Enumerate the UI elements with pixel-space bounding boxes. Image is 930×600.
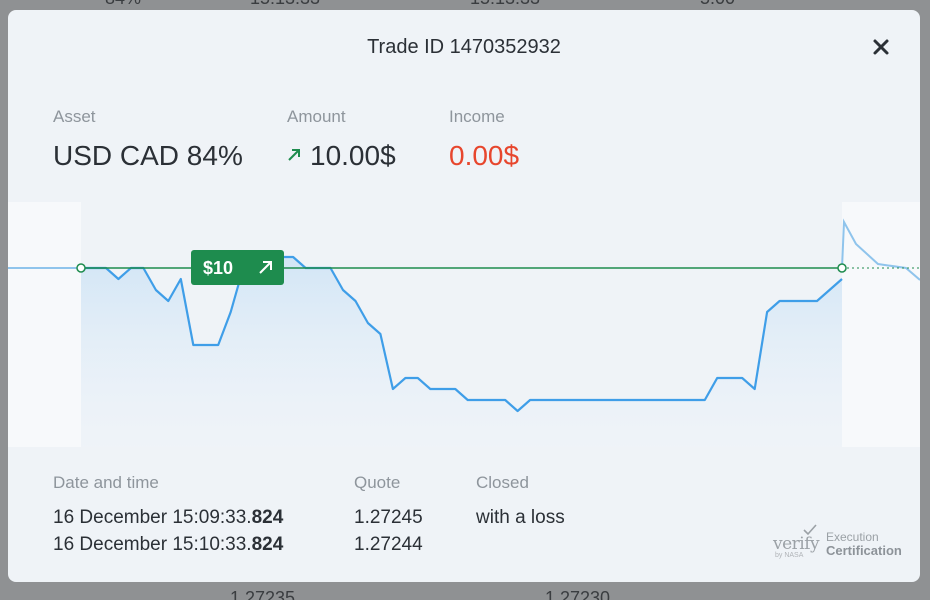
bg-amount: 5.00 [700, 0, 735, 9]
background-row-bottom: 1.27235 1.27230 [0, 588, 930, 600]
amount-value: 10.00$ [310, 140, 396, 171]
trade-amount-badge: $10 [191, 250, 284, 285]
badge-label: $10 [203, 258, 234, 278]
bg-time-1: 15:13:33 [250, 0, 320, 9]
price-chart-svg [8, 202, 920, 447]
certification-line2: Certification [826, 543, 902, 558]
certification-line1: Execution [826, 530, 879, 544]
bg-time-2: 15:13:33 [470, 0, 540, 9]
checkmark-icon [803, 524, 817, 536]
open-time: 16 December 15:09:33.824 [53, 507, 284, 528]
close-quote: 1.27244 [354, 534, 423, 555]
bg-quote-1: 1.27235 [230, 588, 296, 600]
bg-quote-2: 1.27230 [545, 588, 611, 600]
asset-label: Asset [53, 107, 96, 126]
asset-value: USD CAD 84% [53, 140, 243, 171]
trade-details-modal: Trade ID 1470352932 Asset USD CAD 84% Am… [8, 10, 920, 582]
close-time: 16 December 15:10:33.824 [53, 534, 284, 555]
price-chart [8, 202, 920, 447]
quote-label: Quote [354, 473, 401, 492]
open-point [76, 263, 86, 273]
price-area [81, 257, 842, 447]
datetime-label: Date and time [53, 473, 159, 492]
close-button[interactable] [870, 36, 892, 58]
arrow-up-right-icon [288, 149, 300, 161]
bg-percent: 84% [105, 0, 141, 9]
closed-label: Closed [476, 473, 529, 492]
close-icon [873, 39, 889, 55]
income-label: Income [449, 107, 505, 126]
verify-certification-logo[interactable]: verify by NASA Execution Certification [773, 524, 903, 560]
pre-trade-region [8, 202, 81, 447]
open-quote: 1.27245 [354, 507, 423, 528]
verify-sub: by NASA [775, 552, 804, 559]
close-point [837, 263, 847, 273]
verify-brand: verify [773, 534, 820, 554]
amount-label: Amount [287, 107, 346, 126]
trade-result: with a loss [476, 507, 565, 528]
income-value: 0.00$ [449, 140, 520, 171]
modal-title: Trade ID 1470352932 [367, 36, 561, 58]
arrow-up-right-icon [259, 261, 272, 274]
